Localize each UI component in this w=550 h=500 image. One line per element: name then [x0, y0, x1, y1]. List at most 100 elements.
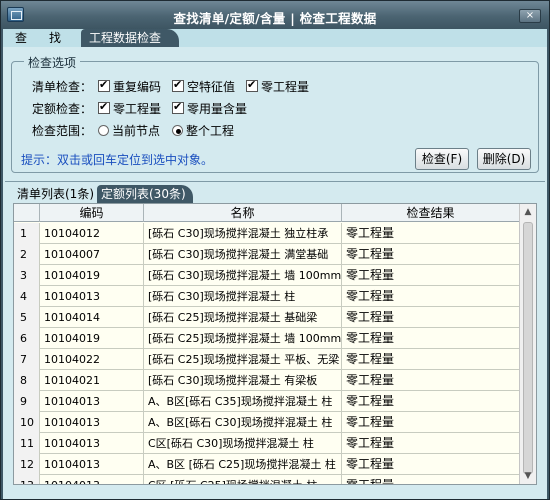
table-row[interactable]: 1 10104012 [砾石 C30]现场搅拌混凝土 独立柱承 零工程量 [14, 223, 520, 244]
vertical-scrollbar[interactable]: ▲ ▼ [519, 204, 536, 484]
cell-code: 10104019 [40, 328, 144, 349]
row-index: 11 [14, 433, 40, 454]
cell-result: 零工程量 [342, 307, 520, 328]
results-table: 编码 名称 检查结果 1 10104012 [砾石 C30]现场搅拌混凝土 独立柱承… [13, 203, 537, 485]
cell-name: A、B区[砾石 C35]现场搅拌混凝土 柱 [144, 391, 342, 412]
tab-cha[interactable]: 查 [7, 29, 35, 47]
row-index: 2 [14, 244, 40, 265]
table-row[interactable]: 8 10104021 [砾石 C30]现场搅拌混凝土 有梁板 零工程量 [14, 370, 520, 391]
cell-code: 10104019 [40, 265, 144, 286]
cell-name: [砾石 C25]现场搅拌混凝土 基础梁 [144, 307, 342, 328]
row-index: 1 [14, 223, 40, 244]
radio-whole-project[interactable]: 整个工程 [172, 122, 234, 138]
row-index: 9 [14, 391, 40, 412]
row-index: 7 [14, 349, 40, 370]
cell-code: 10104012 [40, 223, 144, 244]
top-tab-strip: 查 找 工程数据检查 [3, 29, 547, 47]
cell-result: 零工程量 [342, 391, 520, 412]
radio-current-node[interactable]: 当前节点 [98, 122, 160, 138]
checkbox-icon [246, 78, 258, 92]
title-bar[interactable]: 查找清单/定额/含量 | 检查工程数据 × [1, 1, 549, 29]
checkbox-icon [98, 100, 110, 114]
cell-name: [砾石 C25]现场搅拌混凝土 平板、无梁 [144, 349, 342, 370]
check-button[interactable]: 检查(F) [415, 148, 469, 170]
tab-zhao[interactable]: 找 [41, 29, 69, 47]
row-index: 13 [14, 475, 40, 484]
cell-code: 10104022 [40, 349, 144, 370]
table-row[interactable]: 1310104013C区 [砾石 C25]现场搅拌混凝土 柱零工程量 [14, 475, 520, 484]
cell-result: 零工程量 [342, 454, 520, 475]
cell-code: 10104013 [40, 286, 144, 307]
cell-result: 零工程量 [342, 412, 520, 433]
scroll-thumb[interactable] [523, 222, 533, 474]
table-row[interactable]: 11 10104013 C区[砾石 C30]现场搅拌混凝土 柱零工程量 [14, 433, 520, 454]
check-duplicate-code[interactable]: 重复编码 [98, 78, 161, 94]
row-index: 10 [14, 412, 40, 433]
table-row[interactable]: 3 10104019 [砾石 C30]现场搅拌混凝土 墙 100mm 零工程量 [14, 265, 520, 286]
table-row[interactable]: 2 10104007 [砾石 C30]现场搅拌混凝土 满堂基础 零工程量 [14, 244, 520, 265]
group-title: 检查选项 [24, 54, 81, 71]
table-row[interactable]: 10 10104013 A、B区[砾石 C30]现场搅拌混凝土 柱零工程量 [14, 412, 520, 433]
cell-name: [砾石 C25]现场搅拌混凝土 墙 100mm [144, 328, 342, 349]
table-body: 1 10104012 [砾石 C30]现场搅拌混凝土 独立柱承 零工程量 2 101040… [14, 223, 520, 484]
cell-name: A、B区[砾石 C30]现场搅拌混凝土 柱 [144, 412, 342, 433]
check-quota-zero-quantity[interactable]: 零工程量 [98, 100, 161, 116]
radio-selected-icon [172, 124, 183, 136]
cell-code: 10104021 [40, 370, 144, 391]
list-tab-strip: 清单列表(1条) 定额列表(30条) [11, 185, 541, 203]
header-name[interactable]: 名称 [144, 204, 342, 222]
table-row[interactable]: 4 10104013 [砾石 C30]现场搅拌混凝土 柱零工程量 [14, 286, 520, 307]
cell-name: [砾石 C30]现场搅拌混凝土 有梁板 [144, 370, 342, 391]
cell-name: A、B区 [砾石 C25]现场搅拌混凝土 柱 [144, 454, 342, 475]
tab-project-data-check[interactable]: 工程数据检查 [81, 29, 179, 47]
cell-result: 零工程量 [342, 286, 520, 307]
cell-code: 10104013 [40, 454, 144, 475]
cell-code: 10104013 [40, 412, 144, 433]
check-zero-usage[interactable]: 零用量含量 [172, 100, 247, 116]
table-header: 编码 名称 检查结果 [14, 204, 520, 222]
radio-icon [98, 124, 109, 136]
cell-code: 10104013 [40, 433, 144, 454]
delete-button[interactable]: 删除(D) [477, 148, 531, 170]
cell-result: 零工程量 [342, 475, 520, 484]
row-index: 6 [14, 328, 40, 349]
row-index: 3 [14, 265, 40, 286]
table-row[interactable]: 7 10104022 [砾石 C25]现场搅拌混凝土 平板、无梁 零工程量 [14, 349, 520, 370]
header-result[interactable]: 检查结果 [342, 204, 520, 222]
cell-code: 10104014 [40, 307, 144, 328]
cell-result: 零工程量 [342, 223, 520, 244]
window-title: 查找清单/定额/含量 | 检查工程数据 [173, 11, 377, 26]
tab-bill-list[interactable]: 清单列表(1条) [13, 185, 98, 203]
table-row[interactable]: 9 10104013 A、B区[砾石 C35]现场搅拌混凝土 柱零工程量 [14, 391, 520, 412]
cell-result: 零工程量 [342, 370, 520, 391]
checkbox-icon [172, 100, 184, 114]
scroll-up-icon[interactable]: ▲ [520, 204, 536, 220]
table-row[interactable]: 6 10104019 [砾石 C25]现场搅拌混凝土 墙 100mm 零工程量 [14, 328, 520, 349]
header-code[interactable]: 编码 [40, 204, 144, 222]
tab-quota-list[interactable]: 定额列表(30条) [97, 185, 193, 203]
quota-check-label: 定额检查： [32, 102, 93, 116]
scroll-down-icon[interactable]: ▼ [520, 468, 536, 484]
cell-result: 零工程量 [342, 433, 520, 454]
close-button[interactable]: × [519, 9, 541, 23]
check-panel: 检查选项 清单检查： 重复编码 空特征值 零工程量 定额检查： 零工程量 零 [3, 47, 547, 499]
check-empty-feature[interactable]: 空特征值 [172, 78, 235, 94]
row-index: 12 [14, 454, 40, 475]
check-list-zero-quantity[interactable]: 零工程量 [246, 78, 309, 94]
cell-name: C区 [砾石 C25]现场搅拌混凝土 柱 [144, 475, 342, 484]
row-index: 4 [14, 286, 40, 307]
cell-name: [砾石 C30]现场搅拌混凝土 独立柱承 [144, 223, 342, 244]
table-row[interactable]: 12 10104013 A、B区 [砾石 C25]现场搅拌混凝土 柱零工程量 [14, 454, 520, 475]
checkbox-icon [172, 78, 184, 92]
row-index: 5 [14, 307, 40, 328]
cell-result: 零工程量 [342, 349, 520, 370]
cell-result: 零工程量 [342, 244, 520, 265]
table-row[interactable]: 5 10104014 [砾石 C25]现场搅拌混凝土 基础梁 零工程量 [14, 307, 520, 328]
cell-result: 零工程量 [342, 265, 520, 286]
cell-name: [砾石 C30]现场搅拌混凝土 柱 [144, 286, 342, 307]
row-index: 8 [14, 370, 40, 391]
cell-code: 10104013 [40, 391, 144, 412]
cell-name: [砾石 C30]现场搅拌混凝土 墙 100mm [144, 265, 342, 286]
header-index [14, 204, 40, 222]
checkbox-icon [98, 78, 110, 92]
